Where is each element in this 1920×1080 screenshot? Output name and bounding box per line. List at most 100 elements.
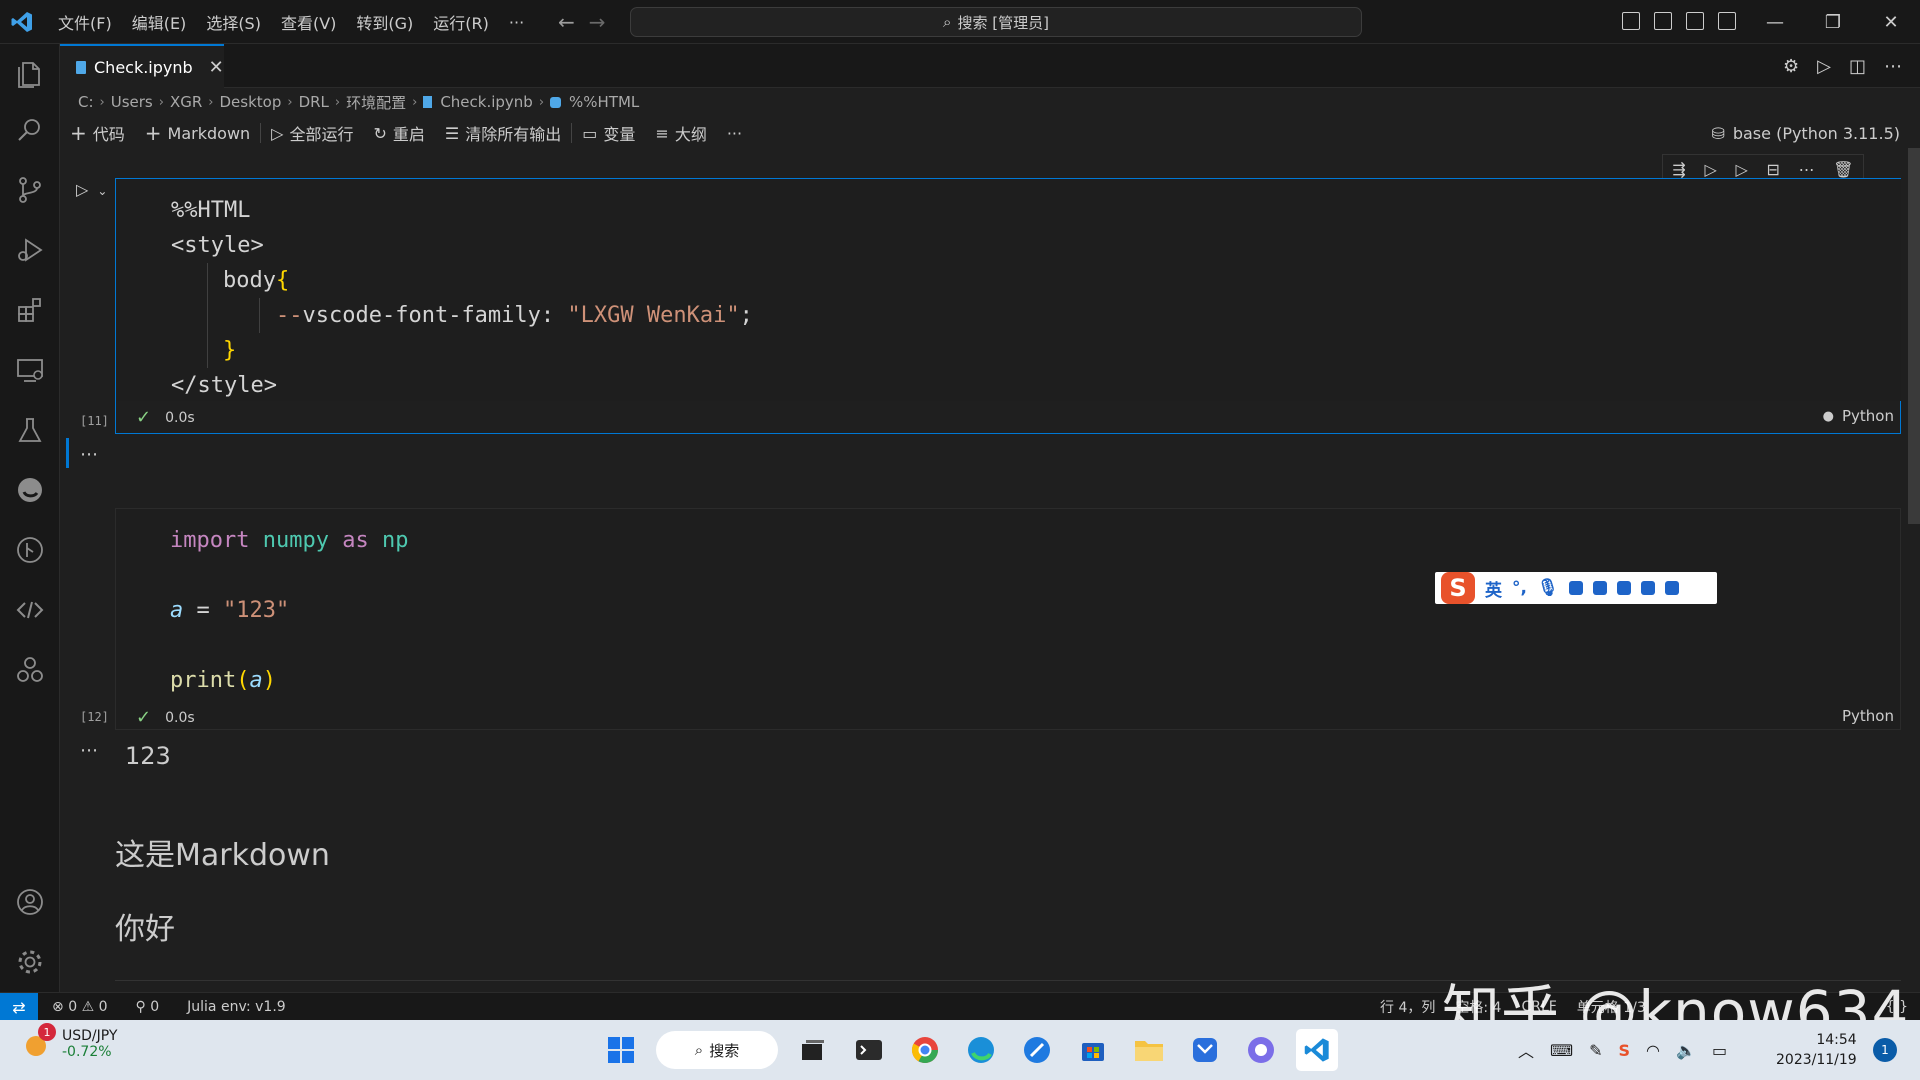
toggle-primary-sidebar-icon[interactable] [1622,12,1640,30]
close-tab-icon[interactable]: ✕ [209,57,224,78]
cell1-language[interactable]: ● Python [1823,407,1894,425]
minimize-icon[interactable]: — [1746,0,1804,44]
chevron-down-icon[interactable]: ⌄ [97,184,107,198]
terminal-icon[interactable] [848,1029,890,1071]
edge-devtools-icon[interactable] [12,472,48,508]
customize-layout-icon[interactable] [1718,12,1736,30]
code-cell-1[interactable]: %%HTML <style> body{ --vscode-font-famil… [115,178,1901,434]
run-all-button[interactable]: ▷ 全部运行 [261,121,363,145]
chrome-icon[interactable] [904,1029,946,1071]
search-icon[interactable] [12,112,48,148]
breadcrumb-item[interactable]: Users [111,93,153,111]
variables-button[interactable]: ▭ 变量 [572,121,645,145]
source-control-icon[interactable] [12,172,48,208]
ports-indicator[interactable]: ⚲ 0 [136,999,160,1015]
apps-grid-icon[interactable] [1640,581,1655,595]
mail-app-icon[interactable] [1184,1029,1226,1071]
menu-file[interactable]: 文件(F) [48,10,122,34]
skin-shirt-icon[interactable] [1592,581,1607,595]
wifi-icon[interactable]: ◠ [1646,1041,1660,1060]
taskbar-search[interactable]: ⌕ 搜索 [656,1031,778,1069]
sogou-tray-icon[interactable]: S [1619,1041,1631,1060]
game-icon[interactable] [1616,581,1631,595]
battery-icon[interactable]: ▭ [1712,1041,1727,1060]
tab-check-ipynb[interactable]: Check.ipynb ✕ [60,44,224,88]
notification-badge[interactable]: 1 [1873,1038,1897,1062]
editor-scrollbar[interactable] [1908,148,1920,524]
settings-icon[interactable] [1664,581,1679,595]
run-debug-icon[interactable] [12,232,48,268]
breadcrumb-item[interactable]: C: [78,93,94,111]
cursor-position[interactable]: 行 4，列 [1380,997,1435,1017]
microphone-icon[interactable]: 🎙 [1537,578,1559,598]
volume-icon[interactable]: 🔈 [1676,1041,1696,1060]
ime-indicator-icon[interactable]: ✎ [1589,1041,1602,1060]
close-window-icon[interactable]: ✕ [1862,0,1920,44]
remote-indicator-icon[interactable]: ⇄ [0,993,38,1021]
breadcrumb-item[interactable]: DRL [299,93,329,111]
system-clock[interactable]: 14:54 2023/11/19 [1776,1030,1857,1070]
cell2-language[interactable]: Python [1842,707,1894,725]
problems-indicator[interactable]: ⊗ 0 ⚠ 0 [52,999,108,1015]
kernel-picker[interactable]: ⛁ base (Python 3.11.5) [1711,118,1900,148]
menu-more[interactable]: ··· [499,13,534,32]
outline-button[interactable]: ≡ 大纲 [645,121,716,145]
split-editor-icon[interactable]: ◫ [1849,56,1866,77]
execute-above-icon[interactable]: ▷ [1704,160,1716,179]
delete-cell-icon[interactable]: 🗑 [1833,160,1853,179]
forward-arrow-icon[interactable]: → [589,10,606,34]
split-cell-icon[interactable]: ⊟ [1766,160,1779,179]
menu-view[interactable]: 查看(V) [271,10,346,34]
account-icon[interactable] [12,884,48,920]
breadcrumb-item[interactable]: Check.ipynb [440,93,533,111]
widgets-ticker[interactable]: 1 USD/JPY -0.72% [22,1023,117,1060]
add-code-cell-button[interactable]: + 代码 [60,121,135,145]
breadcrumb-item[interactable]: Desktop [219,93,281,111]
menu-edit[interactable]: 编辑(E) [122,10,197,34]
extensions-icon[interactable] [12,292,48,328]
execute-below-icon[interactable]: ▷ [1735,160,1747,179]
keyboard-icon[interactable]: ⌨ [1550,1041,1573,1060]
run-icon[interactable]: ▷ [1817,56,1831,77]
breadcrumb-item[interactable]: %%HTML [569,93,639,111]
feather-app-icon[interactable] [1016,1029,1058,1071]
breadcrumb-item[interactable]: 环境配置 [346,92,406,113]
remote-explorer-icon[interactable] [12,352,48,388]
cell1-editor[interactable]: %%HTML <style> body{ --vscode-font-famil… [117,179,1901,401]
testing-flask-icon[interactable] [12,412,48,448]
keyboard-icon[interactable] [1568,581,1583,595]
breadcrumb-item[interactable]: XGR [170,93,202,111]
task-view-icon[interactable] [792,1029,834,1071]
edge-icon[interactable] [960,1029,1002,1071]
toggle-secondary-sidebar-icon[interactable] [1686,12,1704,30]
ime-punct[interactable]: °, [1512,578,1527,598]
sogou-logo-icon[interactable]: S [1441,572,1475,604]
julia-env[interactable]: Julia env: v1.9 [187,999,286,1015]
settings-gear-icon[interactable] [12,944,48,980]
menu-go[interactable]: 转到(G) [346,10,423,34]
more-actions-icon[interactable]: ⋯ [1884,56,1902,77]
start-windows-icon[interactable] [600,1029,642,1071]
run-by-line-icon[interactable]: ⇶ [1672,160,1685,179]
run-cell-icon[interactable]: ▷ [76,180,88,199]
toggle-panel-icon[interactable] [1654,12,1672,30]
code-cell-2[interactable]: import numpy as np a = "123" print(a) ✓ … [115,508,1901,730]
anaconda-icon[interactable] [12,652,48,688]
browser-app-icon[interactable] [1240,1029,1282,1071]
microsoft-store-icon[interactable] [1072,1029,1114,1071]
cell2-output-ellipsis[interactable]: ⋯ [80,740,98,761]
ime-mode[interactable]: 英 [1485,576,1502,601]
menu-run[interactable]: 运行(R) [423,10,499,34]
explorer-icon[interactable] [12,56,48,92]
back-arrow-icon[interactable]: ← [558,10,575,34]
toolbar-more-button[interactable]: ··· [717,124,752,143]
notebook-settings-gear-icon[interactable]: ⚙ [1783,56,1799,77]
cell-more-icon[interactable]: ⋯ [1799,160,1815,179]
cell1-output-ellipsis[interactable]: ⋯ [80,444,98,465]
menu-selection[interactable]: 选择(S) [196,10,271,34]
add-markdown-cell-button[interactable]: + Markdown [135,121,260,145]
restart-button[interactable]: ↻ 重启 [364,121,435,145]
git-graph-icon[interactable] [12,532,48,568]
command-center-search[interactable]: ⌕ 搜索 [管理员] [630,7,1362,37]
live-share-icon[interactable] [12,592,48,628]
